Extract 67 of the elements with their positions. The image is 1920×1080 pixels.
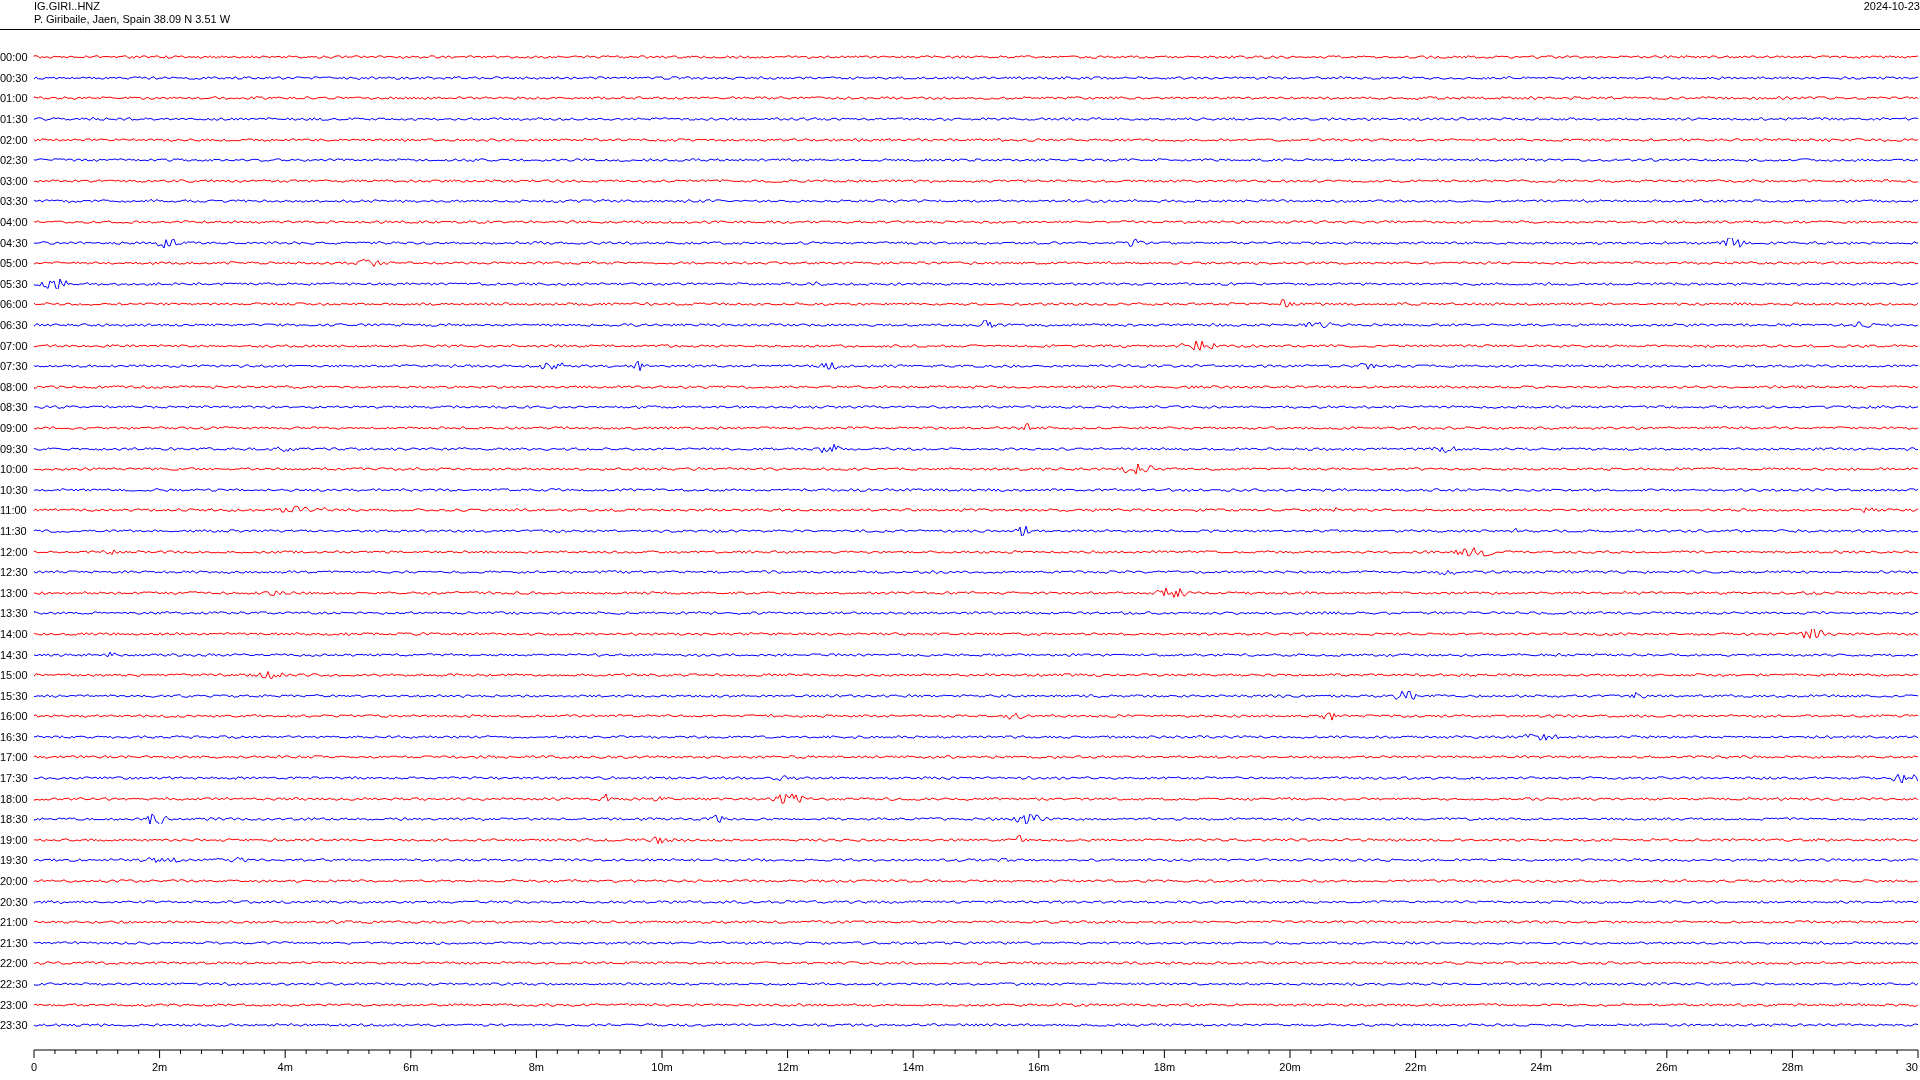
time-label: 20:30 — [0, 895, 29, 908]
axis-label: 30 — [1905, 1060, 1918, 1073]
time-label: 15:00 — [0, 669, 29, 682]
time-label: 07:30 — [0, 360, 29, 373]
time-label: 14:00 — [0, 627, 29, 640]
station-code: IG.GIRI..HNZ — [34, 0, 101, 13]
time-label: 04:30 — [0, 236, 29, 249]
time-label: 21:30 — [0, 936, 29, 949]
time-label: 16:00 — [0, 710, 29, 723]
time-label: 17:00 — [0, 751, 29, 764]
time-label: 13:00 — [0, 586, 29, 599]
axis-label: 12m — [776, 1060, 799, 1073]
axis-label: 2m — [151, 1060, 168, 1073]
time-label: 23:30 — [0, 1019, 29, 1032]
axis-label: 10m — [651, 1060, 673, 1073]
time-label: 04:00 — [0, 216, 29, 229]
axis-label: 20m — [1279, 1060, 1301, 1073]
axis-label: 14m — [902, 1060, 924, 1073]
time-label: 07:00 — [0, 339, 29, 352]
time-label: 08:30 — [0, 401, 29, 414]
time-label: 08:00 — [0, 380, 29, 393]
time-label: 18:00 — [0, 792, 29, 805]
time-label: 06:00 — [0, 298, 29, 311]
time-label: 01:30 — [0, 113, 29, 126]
time-label: 17:30 — [0, 772, 29, 785]
time-label: 09:00 — [0, 422, 29, 434]
time-label: 22:30 — [0, 978, 29, 990]
time-label: 19:00 — [0, 833, 29, 846]
time-label: 10:30 — [0, 483, 29, 496]
station-location: P. Giribaile, Jaen, Spain 38.09 N 3.51 W — [34, 13, 231, 26]
date-label: 2024-10-23 — [1863, 0, 1920, 13]
time-label: 00:30 — [0, 71, 29, 84]
axis-label: 16m — [1028, 1060, 1050, 1073]
axis-label: 0 — [31, 1060, 38, 1073]
time-label: 16:30 — [0, 730, 29, 743]
time-label: 09:30 — [0, 442, 29, 455]
time-label: 13:30 — [0, 607, 29, 620]
time-label: 05:30 — [0, 277, 29, 290]
axis-label: 6m — [403, 1060, 419, 1073]
axis-label: 22m — [1404, 1060, 1427, 1073]
time-label: 23:00 — [0, 998, 29, 1011]
time-label: 00:00 — [0, 51, 29, 64]
time-label: 06:30 — [0, 319, 29, 331]
time-label: 12:00 — [0, 545, 29, 558]
time-label: 10:00 — [0, 463, 29, 476]
time-label: 12:30 — [0, 566, 29, 579]
time-label: 19:30 — [0, 854, 29, 867]
time-label: 21:00 — [0, 916, 29, 929]
axis-label: 8m — [528, 1060, 545, 1073]
time-label: 18:30 — [0, 813, 29, 826]
axis-label: 26m — [1656, 1060, 1678, 1073]
time-label: 15:30 — [0, 689, 29, 702]
axis-label: 28m — [1781, 1060, 1804, 1073]
time-label: 11:00 — [0, 504, 28, 517]
time-label: 11:30 — [0, 524, 28, 537]
time-label: 05:00 — [0, 257, 29, 270]
time-label: 22:00 — [0, 957, 29, 970]
time-label: 03:30 — [0, 195, 29, 208]
axis-label: 18m — [1153, 1060, 1176, 1073]
axis-label: 4m — [277, 1060, 293, 1073]
time-label: 20:00 — [0, 875, 29, 888]
time-label: 14:30 — [0, 648, 29, 661]
time-label: 01:00 — [0, 92, 29, 105]
time-label: 02:00 — [0, 133, 29, 146]
time-label: 03:00 — [0, 174, 29, 187]
time-label: 02:30 — [0, 154, 29, 167]
axis-label: 24m — [1530, 1060, 1552, 1073]
